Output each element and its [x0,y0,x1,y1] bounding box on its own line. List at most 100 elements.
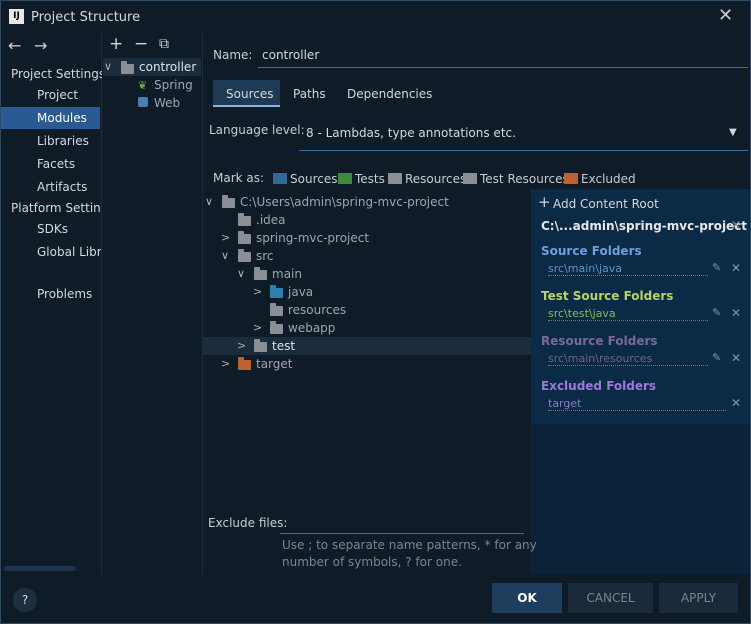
mark-tests-button[interactable]: Tests [355,172,385,186]
tab-active-indicator [213,105,280,107]
tree-row[interactable]: ∨ src [203,247,531,265]
mark-test-resources-button[interactable]: Test Resources [480,172,569,186]
remove-icon[interactable]: ✕ [731,261,741,275]
tree-row[interactable]: .idea [203,211,531,229]
chevron-icon[interactable]: > [221,231,230,244]
dropdown-arrow-icon[interactable]: ▼ [729,127,737,138]
resource-folder-icon [270,303,283,316]
exclude-files-input[interactable] [280,533,524,534]
cancel-button[interactable]: CANCEL [568,583,653,613]
mark-sources-button[interactable]: Sources [290,172,337,186]
chevron-down-icon[interactable]: ∨ [104,60,112,73]
apply-button[interactable]: APPLY [659,583,738,613]
exclude-hint-line-1: Use ; to separate name patterns, * for a… [282,538,537,552]
add-icon[interactable]: + [538,195,551,210]
folder-icon [238,249,251,262]
module-folder-icon [121,61,134,74]
tree-row[interactable]: > webapp [203,319,531,337]
tree-row[interactable]: > java [203,283,531,301]
edit-pencil-icon[interactable]: ✎ [712,261,721,274]
nav-item-project[interactable]: Project [37,88,78,102]
source-folder-path[interactable]: src\main\java [548,262,708,276]
source-folders-heading: Source Folders [541,244,642,258]
tree-row[interactable]: > target [203,355,531,373]
nav-item-problems[interactable]: Problems [37,287,92,301]
chevron-icon[interactable]: > [221,357,230,370]
remove-module-icon[interactable]: − [134,36,148,53]
tab-paths[interactable]: Paths [293,87,326,101]
tree-row-selected[interactable]: > test [203,337,531,355]
tree-label: src [256,249,274,263]
test-source-folders-heading: Test Source Folders [541,289,674,303]
tree-row[interactable]: > spring-mvc-project [203,229,531,247]
remove-icon[interactable]: ✕ [731,396,741,410]
nav-heading-project-settings: Project Settings [11,67,106,81]
tab-sources[interactable]: Sources [226,87,273,101]
title-bar: IJ Project Structure ✕ [1,1,750,34]
ok-button[interactable]: OK [492,583,562,613]
module-name-field[interactable]: controller [262,48,319,62]
mark-resources-button[interactable]: Resources [405,172,466,186]
nav-item-sdks[interactable]: SDKs [37,222,68,236]
module-details: Name: controller Sources Paths Dependenc… [203,34,750,574]
facet-item-spring[interactable]: Spring [154,78,193,92]
edit-pencil-icon[interactable]: ✎ [712,306,721,319]
back-arrow-icon[interactable]: ← [8,38,21,54]
tree-row[interactable]: ∨ C:\Users\admin\spring-mvc-project [203,193,531,211]
edit-pencil-icon[interactable]: ✎ [712,351,721,364]
tree-row[interactable]: resources [203,301,531,319]
tree-label: spring-mvc-project [256,231,370,245]
source-folder-icon [270,285,283,298]
tree-label: webapp [288,321,336,335]
excluded-folders-heading: Excluded Folders [541,379,657,393]
facet-item-web[interactable]: Web [154,96,180,110]
dialog-title: Project Structure [31,10,141,25]
chevron-icon[interactable]: ∨ [237,267,245,280]
forward-arrow-icon[interactable]: → [34,38,47,54]
chevron-icon[interactable]: ∨ [205,195,213,208]
add-content-root-button[interactable]: Add Content Root [553,197,659,211]
copy-module-icon[interactable]: ⧉ [159,36,169,52]
tree-label: resources [288,303,347,317]
language-level-select[interactable]: 8 - Lambdas, type annotations etc. [306,126,516,140]
help-icon[interactable]: ? [13,588,37,612]
excluded-folder-icon [564,173,578,184]
add-module-icon[interactable]: + [109,36,123,53]
horizontal-scrollbar[interactable] [4,566,76,571]
tree-label: .idea [256,213,286,227]
language-level-label: Language level: [209,123,305,137]
settings-nav: ← → Project Settings Project Modules Lib… [1,34,106,574]
remove-icon[interactable]: ✕ [731,351,741,365]
folder-icon [254,267,267,280]
module-item-controller[interactable]: controller [139,60,196,74]
sources-folder-icon [273,173,287,184]
side-panel-empty-area [531,424,750,574]
chevron-icon[interactable]: > [253,321,262,334]
nav-item-global-libraries[interactable]: Global Libra [37,245,101,259]
chevron-icon[interactable]: > [237,339,246,352]
mark-excluded-button[interactable]: Excluded [581,172,636,186]
language-level-underline [299,150,748,151]
resource-folder-path[interactable]: src\main\resources [548,352,708,366]
folder-icon [254,339,267,352]
remove-icon[interactable]: ✕ [731,306,741,320]
content-root-tree: ∨ C:\Users\admin\spring-mvc-project .ide… [203,189,531,499]
nav-item-facets[interactable]: Facets [37,157,75,171]
nav-item-libraries[interactable]: Libraries [37,134,89,148]
nav-item-artifacts[interactable]: Artifacts [37,180,87,194]
chevron-icon[interactable]: ∨ [221,249,229,262]
tab-dependencies[interactable]: Dependencies [347,87,432,101]
remove-root-icon[interactable]: ✕ [731,218,741,232]
name-field-underline [258,67,748,68]
exclude-files-label: Exclude files: [208,516,288,530]
content-root-path: C:\...admin\spring-mvc-project [541,219,748,233]
tree-row[interactable]: ∨ main [203,265,531,283]
excluded-folder-path[interactable]: target [548,397,726,411]
excluded-folder-icon [238,357,251,370]
chevron-icon[interactable]: > [253,285,262,298]
nav-item-modules[interactable]: Modules [37,111,87,125]
folder-icon [270,321,283,334]
test-source-folder-path[interactable]: src\test\java [548,307,708,321]
folder-icon [222,195,235,208]
close-icon[interactable]: ✕ [718,7,734,25]
